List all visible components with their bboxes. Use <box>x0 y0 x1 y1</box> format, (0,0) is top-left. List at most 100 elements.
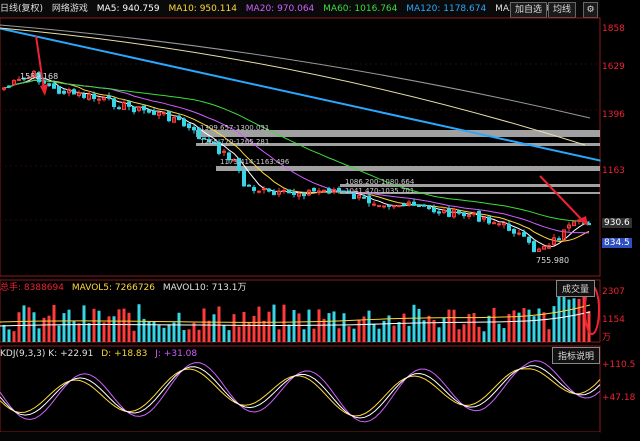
candle-body <box>462 212 466 217</box>
volume-bar <box>137 304 141 342</box>
volume-indicator-button[interactable]: 成交量 <box>556 280 596 297</box>
volume-bar <box>402 313 406 342</box>
kdj-header: KDJ(9,3,3) K: +22.91 D: +18.83 J: +31.08 <box>0 347 202 361</box>
volume-axis-label: 2307 <box>602 287 625 297</box>
candle-body <box>247 184 251 187</box>
volume-bar <box>47 315 51 342</box>
volume-bar <box>82 305 86 342</box>
candlestick-series <box>2 69 591 253</box>
volume-bar <box>522 308 526 342</box>
volume-bar <box>197 329 201 342</box>
candle-body <box>437 211 441 214</box>
volume-bar <box>552 306 556 342</box>
volume-bar <box>347 326 351 342</box>
candle-body <box>517 232 521 235</box>
volume-bar <box>482 331 486 342</box>
volume-bar <box>372 323 376 342</box>
candle-body <box>422 204 426 207</box>
volume-bar <box>97 310 101 342</box>
volume-bar <box>502 328 506 342</box>
candle-body <box>267 188 271 192</box>
candle-body <box>262 188 266 191</box>
volume-bar <box>92 308 96 342</box>
candle-body <box>322 189 326 192</box>
kline-chart[interactable] <box>0 0 640 441</box>
volume-bar <box>417 308 421 342</box>
volume-bar <box>342 313 346 342</box>
zone-label-3: 1173.414-1163.496 <box>220 158 290 166</box>
moving-average-line <box>3 79 590 223</box>
candle-body <box>272 190 276 196</box>
candle-body <box>57 86 61 94</box>
volume-bar <box>407 325 411 342</box>
volume-bar <box>562 294 566 342</box>
volume-bar <box>302 329 306 342</box>
volume-bar <box>337 328 341 342</box>
moving-average-line <box>3 79 590 242</box>
volume-bar <box>87 323 91 342</box>
candle-body <box>242 170 246 187</box>
volume-bar <box>72 321 76 342</box>
volume-bar <box>572 298 576 342</box>
candle-body <box>107 95 111 99</box>
date-axis-bar <box>0 432 600 441</box>
volume-bar <box>67 309 71 342</box>
volume-bar <box>352 328 356 342</box>
volume-bar <box>117 309 121 342</box>
volume-bar <box>112 316 116 342</box>
volume-bar <box>162 327 166 342</box>
volume-bar <box>22 305 26 342</box>
volume-axis-unit: 万 <box>602 333 612 343</box>
zone-label-1: 1309.657-1300.031 <box>200 124 270 132</box>
volume-bar <box>387 315 391 342</box>
volume-bar <box>477 326 481 342</box>
price-axis-label: 1396 <box>602 110 625 120</box>
candle-body <box>487 216 491 224</box>
volume-bar <box>497 323 501 342</box>
candle-body <box>377 205 381 208</box>
candle-body <box>382 205 386 208</box>
volume-bar <box>397 322 401 342</box>
price-axis-label: 1163 <box>602 166 625 176</box>
candle-body <box>7 85 11 88</box>
volume-bar <box>262 320 266 342</box>
volume-bar <box>367 310 371 342</box>
volume-bar <box>227 330 231 342</box>
candle-body <box>327 188 331 194</box>
candle-body <box>412 201 416 206</box>
volume-bar <box>107 316 111 342</box>
kdj-j-label: J: +31.08 <box>155 349 198 359</box>
mavol10-label: MAVOL10: 713.1万 <box>162 283 247 293</box>
volume-bar <box>32 312 36 342</box>
volume-bar <box>2 324 6 342</box>
volume-bar <box>102 322 106 342</box>
indicator-help-button[interactable]: 指标说明 <box>552 347 601 364</box>
volume-bar <box>177 312 181 342</box>
candle-body <box>82 94 86 98</box>
candle-body <box>427 205 431 210</box>
candle-body <box>587 223 591 226</box>
candle-body <box>192 126 196 131</box>
kdj-d-label: D: +18.83 <box>101 349 148 359</box>
candle-body <box>132 106 136 113</box>
candle-body <box>92 93 96 99</box>
current-price-label: 930.6 <box>602 218 632 228</box>
volume-bar <box>207 320 211 342</box>
volume-bar <box>212 314 216 342</box>
volume-bar <box>62 313 66 342</box>
volume-bar <box>217 306 221 342</box>
volume-bar <box>242 312 246 342</box>
candle-body <box>187 123 191 129</box>
candle-body <box>507 223 511 231</box>
volume-bar <box>127 312 131 342</box>
volume-bar <box>332 311 336 342</box>
zone-label-5: 1041.470-1035.701 <box>345 187 415 195</box>
candle-body <box>477 210 481 222</box>
volume-header: 总手: 8388694 MAVOL5: 7266726 MAVOL10: 713… <box>0 281 251 295</box>
volume-bar <box>192 322 196 342</box>
volume-bar <box>57 325 61 342</box>
arrowhead <box>40 84 48 96</box>
volume-bar <box>27 307 31 342</box>
volume-bar <box>517 312 521 342</box>
volume-bar <box>462 324 466 342</box>
